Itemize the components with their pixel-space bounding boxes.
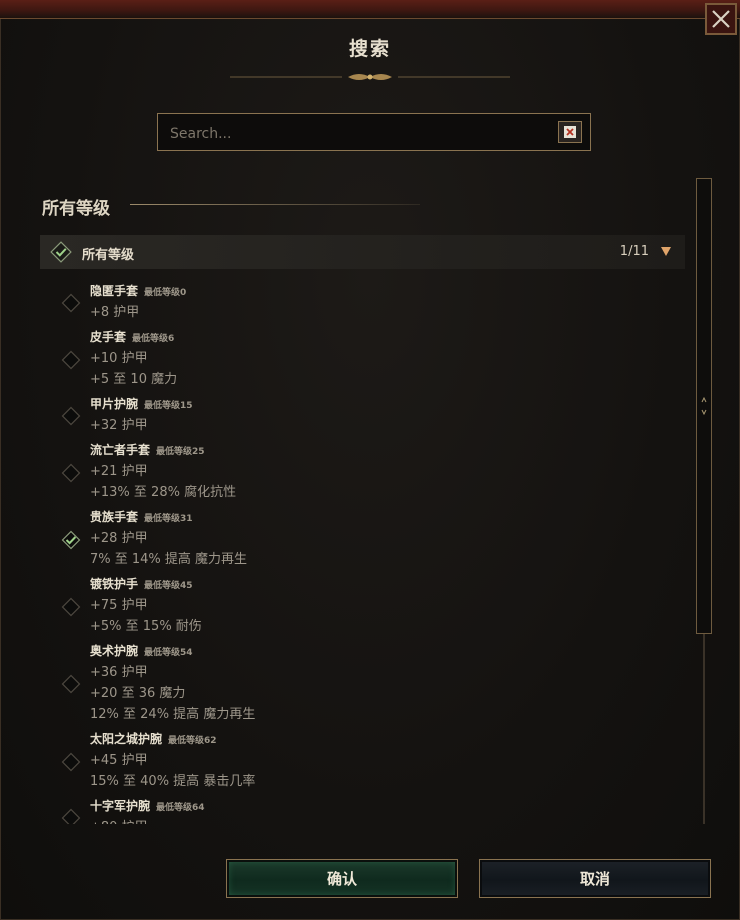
item-min-level: 最低等级45: [144, 581, 193, 591]
item-stat: +5% 至 15% 耐伤: [90, 619, 202, 634]
chevron-down-icon[interactable]: [661, 246, 671, 256]
list-item[interactable]: 奥术护腕 最低等级54 +36 护甲 +20 至 36 魔力 12% 至 24% 提高 …: [40, 640, 680, 728]
item-name: 太阳之城护腕 最低等级62: [90, 730, 217, 747]
item-name: 流亡者手套 最低等级25: [90, 441, 205, 458]
item-name: 奥术护腕 最低等级54: [90, 642, 193, 659]
close-icon: [712, 10, 730, 28]
list-item[interactable]: 十字军护腕最低等级64 +80 护甲: [40, 795, 680, 824]
item-min-level: 最低等级25: [156, 447, 205, 457]
checkbox-icon[interactable]: [61, 350, 81, 370]
item-min-level: 最低等级6: [132, 334, 175, 344]
item-min-level: 最低等级15: [144, 401, 193, 411]
item-stat: +21 护甲: [90, 464, 148, 479]
checkbox-icon[interactable]: [61, 752, 81, 772]
item-stat: +10 护甲: [90, 351, 148, 366]
item-stat: +75 护甲: [90, 598, 148, 613]
list-item[interactable]: 太阳之城护腕 最低等级62 +45 护甲 15% 至 40% 提高 暴击几率: [40, 728, 680, 795]
dialog-title: 搜索: [348, 38, 391, 60]
checkbox-icon[interactable]: [61, 293, 81, 313]
item-min-level: 最低等级62: [168, 736, 217, 746]
item-name-text: 镀铁护手: [90, 577, 139, 591]
confirm-button[interactable]: 确认: [226, 859, 458, 898]
scroll-grip-icon[interactable]: [701, 397, 707, 415]
item-stat: 15% 至 40% 提高 暴击几率: [90, 774, 256, 789]
item-min-level: 最低等级0: [144, 288, 187, 298]
item-name: 镀铁护手 最低等级45: [90, 575, 193, 592]
item-stat: 7% 至 14% 提高 魔力再生: [90, 552, 248, 567]
item-min-level: 最低等级31: [144, 514, 193, 524]
checkbox-icon[interactable]: [61, 463, 81, 483]
clear-icon: [564, 126, 576, 138]
scrollbar[interactable]: [696, 178, 712, 634]
item-name-text: 太阳之城护腕: [90, 732, 163, 746]
search-input[interactable]: [168, 122, 552, 146]
item-name-text: 流亡者手套: [90, 443, 151, 457]
search-dialog: 搜索 所有等级 所有等级 1/11 隐匿手套最低等级0+8 护甲皮手套最低等级6…: [0, 0, 740, 920]
item-name-text: 贵族手套: [90, 510, 139, 524]
group-count: 1/11: [619, 244, 649, 259]
group-header-all-levels[interactable]: 所有等级 1/11: [40, 235, 685, 269]
list-item[interactable]: 镀铁护手 最低等级45 +75 护甲 +5% 至 15% 耐伤: [40, 573, 680, 640]
checkbox-icon[interactable]: [61, 808, 81, 824]
item-name: 十字军护腕 最低等级64: [90, 797, 205, 814]
cancel-button[interactable]: 取消: [479, 859, 711, 898]
item-stat: +45 护甲: [90, 753, 148, 768]
checkbox-icon[interactable]: [61, 674, 81, 694]
checked-checkbox-icon[interactable]: [61, 530, 81, 550]
clear-search-button[interactable]: [558, 121, 582, 143]
list-item[interactable]: 隐匿手套 最低等级0 +8 护甲: [40, 280, 680, 326]
item-name: 甲片护腕 最低等级15: [90, 395, 193, 412]
item-stat: +80 护甲: [90, 816, 148, 824]
item-stat: +32 护甲: [90, 418, 148, 433]
scroll-track: [703, 634, 705, 824]
item-min-level: 最低等级54: [144, 648, 193, 658]
item-min-level: 最低等级64: [156, 803, 205, 813]
item-stat: +13% 至 28% 腐化抗性: [90, 485, 237, 500]
item-name-text: 奥术护腕: [90, 644, 139, 658]
item-name-text: 隐匿手套: [90, 284, 139, 298]
checked-checkbox-icon[interactable]: [50, 241, 72, 263]
item-stat: +28 护甲: [90, 531, 148, 546]
title-ornament-icon: [230, 74, 510, 80]
item-stat: 12% 至 24% 提高 魔力再生: [90, 707, 256, 722]
item-stat: +20 至 36 魔力: [90, 686, 186, 701]
item-stat: +8 护甲: [90, 305, 140, 320]
dialog-top-bar: [0, 0, 740, 19]
list-item[interactable]: 流亡者手套 最低等级25 +21 护甲 +13% 至 28% 腐化抗性: [40, 439, 680, 506]
item-name-text: 皮手套: [90, 330, 127, 344]
item-name: 贵族手套 最低等级31: [90, 508, 193, 525]
close-button[interactable]: [705, 3, 737, 35]
list-item[interactable]: 皮手套 最低等级6 +10 护甲 +5 至 10 魔力: [40, 326, 680, 393]
checkbox-icon[interactable]: [61, 597, 81, 617]
search-box: [157, 113, 591, 151]
section-title: 所有等级: [42, 199, 110, 219]
item-name-text: 十字军护腕: [90, 799, 151, 813]
item-name-text: 甲片护腕: [90, 397, 139, 411]
item-stat: +36 护甲: [90, 665, 148, 680]
item-name: 皮手套 最低等级6: [90, 328, 174, 345]
checkbox-icon[interactable]: [61, 406, 81, 426]
section-divider: [130, 204, 420, 205]
item-name: 隐匿手套 最低等级0: [90, 282, 186, 299]
item-stat: +5 至 10 魔力: [90, 372, 178, 387]
item-list: 隐匿手套 最低等级0 +8 护甲 皮手套 最低等级6 +10 护甲 +5 至 10 魔力 甲片…: [40, 276, 680, 824]
list-item[interactable]: 贵族手套 最低等级31 +28 护甲 7% 至 14% 提高 魔力再生: [40, 506, 680, 573]
group-label: 所有等级: [82, 248, 135, 263]
list-item[interactable]: 甲片护腕 最低等级15 +32 护甲: [40, 393, 680, 439]
